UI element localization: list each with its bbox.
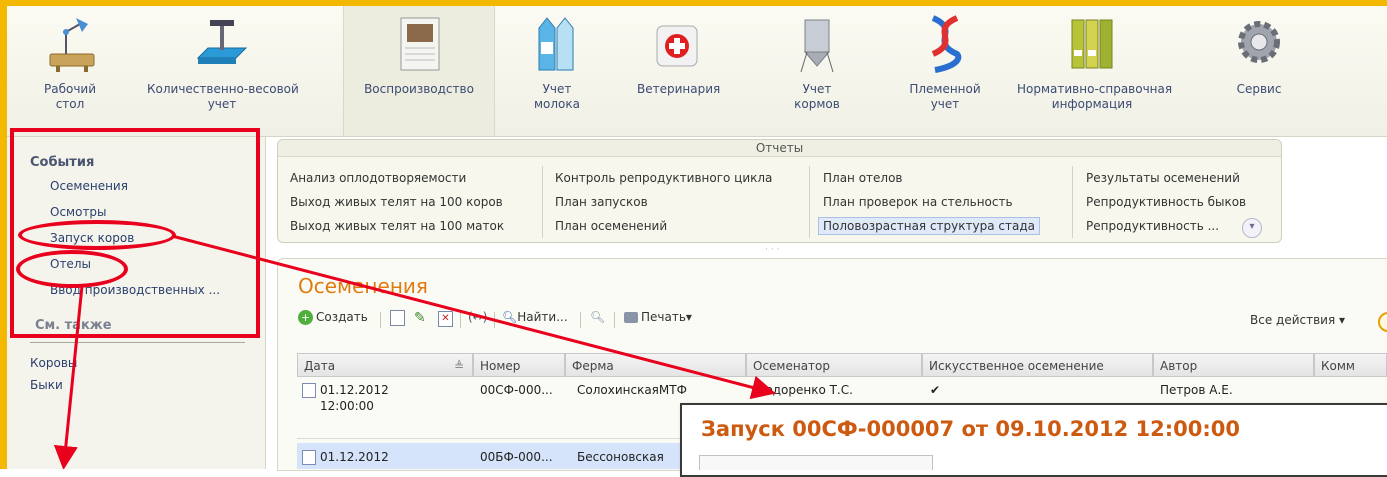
annotation-arrows [53, 234, 776, 469]
